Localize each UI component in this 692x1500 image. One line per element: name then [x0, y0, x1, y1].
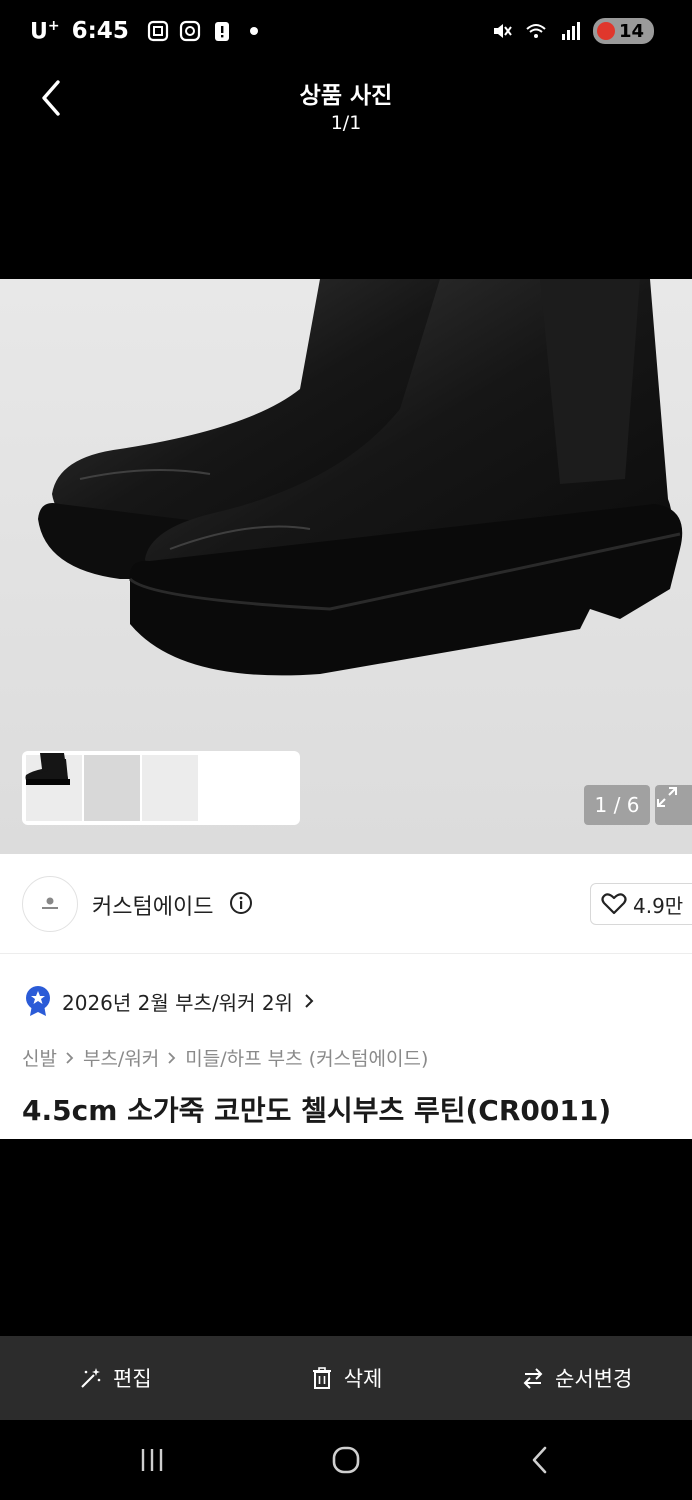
ranking-row[interactable]: 2026년 2월 부츠/워커 2위 — [24, 985, 315, 1017]
brand-logo-icon — [42, 897, 58, 909]
delete-button[interactable]: 삭제 — [231, 1336, 462, 1420]
back-chevron-icon — [532, 1446, 547, 1474]
home-button[interactable] — [324, 1440, 368, 1480]
page-title: 상품 사진 — [299, 83, 393, 109]
thumbnail-2[interactable] — [27, 755, 140, 821]
chevron-right-icon — [305, 994, 314, 1008]
reorder-button[interactable]: 순서변경 — [461, 1336, 692, 1420]
seller-logo[interactable] — [22, 876, 78, 932]
seller-name[interactable]: 커스텀에이드 — [92, 889, 213, 921]
rank-badge-icon — [26, 986, 50, 1016]
magic-wand-icon — [81, 1368, 101, 1388]
clock: 6:45 — [71, 18, 129, 45]
info-icon[interactable] — [229, 891, 253, 915]
heart-icon — [601, 893, 627, 915]
like-button[interactable]: 4.9만 — [590, 883, 692, 925]
like-count: 4.9만 — [633, 893, 684, 918]
seller-row: 커스텀에이드 4.9만 — [0, 869, 692, 954]
thumbnail-3[interactable] — [27, 755, 198, 821]
swap-arrows-icon — [523, 1368, 543, 1389]
thumbnail-strip — [22, 751, 300, 825]
expand-button[interactable] — [655, 785, 692, 825]
boot-thumb-icon — [27, 759, 68, 784]
home-icon — [332, 1446, 360, 1474]
mute-icon — [493, 24, 512, 38]
status-right: 14 — [491, 18, 654, 44]
breadcrumb: 신발 부츠/워커 미들/하프 부츠 (커스텀에이드) — [22, 1044, 428, 1071]
reorder-label: 순서변경 — [555, 1367, 633, 1391]
system-nav-bar — [0, 1420, 692, 1500]
product-image[interactable]: 1 / 6 — [0, 279, 692, 854]
recent-apps-button[interactable] — [130, 1440, 174, 1480]
status-left: U+ 6:45 — [30, 18, 265, 44]
signal-icon — [561, 22, 580, 40]
photo-counter: 1/1 — [330, 112, 362, 134]
alert-icon — [214, 22, 229, 42]
chevron-right-icon — [168, 1051, 176, 1064]
edit-label: 편집 — [113, 1367, 152, 1391]
delete-label: 삭제 — [343, 1367, 383, 1391]
dot-icon — [249, 27, 258, 36]
product-card[interactable]: 1 / 6 커스텀에이드 4.9만 2026년 2월 부츠/워커 2위 신발 부… — [0, 279, 692, 1139]
expand-icon — [657, 787, 677, 807]
battery-indicator: 14 — [592, 18, 654, 44]
trash-icon — [312, 1367, 331, 1389]
instagram-icon — [179, 21, 200, 42]
battery-level: 14 — [618, 20, 644, 42]
edit-button[interactable]: 편집 — [0, 1336, 231, 1420]
gallery-counter: 1 / 6 — [584, 785, 650, 825]
wifi-icon — [526, 24, 546, 38]
breadcrumb-item[interactable]: 신발 — [22, 1044, 57, 1071]
carrier-label: U+ — [30, 18, 60, 45]
screenshot-icon — [147, 21, 168, 42]
photo-action-bar: 편집 삭제 순서변경 — [0, 1336, 692, 1420]
top-nav: 상품 사진 1/1 — [0, 64, 692, 144]
battery-saver-icon — [596, 22, 615, 40]
product-title: 4.5cm 소가죽 코만도 첼시부츠 루틴(CR0011) — [22, 1094, 612, 1127]
breadcrumb-item[interactable]: 미들/하프 부츠 (커스텀에이드) — [185, 1044, 428, 1071]
recent-apps-icon — [141, 1449, 163, 1471]
rank-text: 2026년 2월 부츠/워커 2위 — [62, 990, 293, 1015]
status-bar: U+ 6:45 14 — [0, 0, 692, 64]
system-back-button[interactable] — [518, 1440, 562, 1480]
chevron-right-icon — [66, 1051, 74, 1064]
breadcrumb-item[interactable]: 부츠/워커 — [83, 1044, 159, 1071]
